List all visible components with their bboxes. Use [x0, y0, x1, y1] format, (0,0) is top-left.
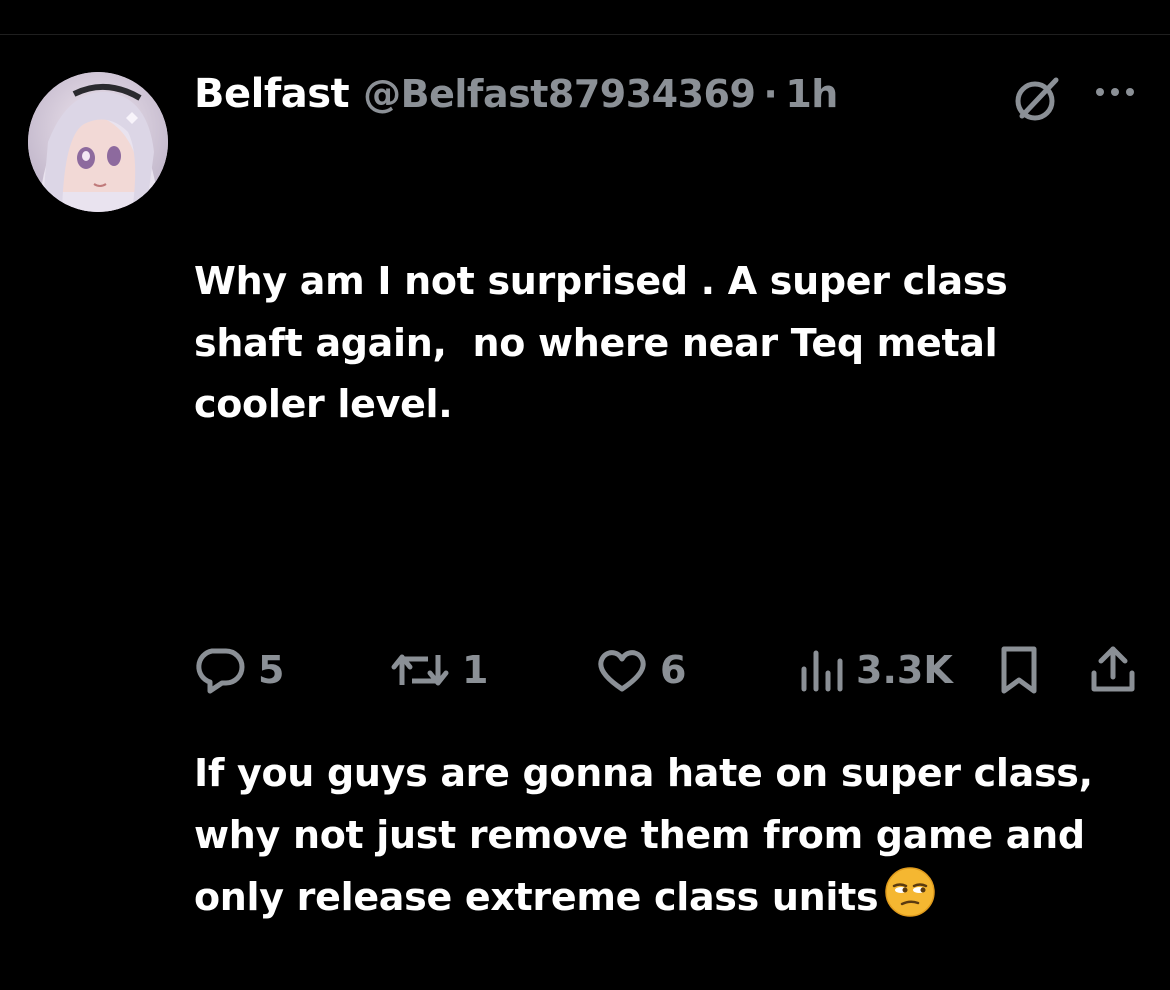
timestamp[interactable]: 1h	[785, 72, 838, 116]
user-handle[interactable]: @Belfast87934369	[363, 72, 756, 116]
reply-count: 5	[258, 648, 285, 692]
tweet-header: Belfast @Belfast87934369 · 1h	[194, 66, 838, 122]
separator-dot: ·	[763, 72, 778, 116]
tweet-paragraph-1: Why am I not surprised . A super class s…	[194, 259, 1021, 426]
top-divider	[0, 34, 1170, 35]
tweet-text: Why am I not surprised . A super class s…	[194, 128, 1094, 990]
reply-button[interactable]: 5	[192, 640, 284, 700]
tweet-paragraph-2: If you guys are gonna hate on super clas…	[194, 751, 1106, 919]
bookmark-button[interactable]	[994, 640, 1044, 700]
views-count: 3.3K	[856, 648, 953, 692]
reply-icon	[196, 648, 245, 694]
views-icon	[801, 650, 843, 692]
avatar[interactable]	[28, 72, 168, 212]
share-button[interactable]	[1086, 640, 1140, 700]
display-name[interactable]: Belfast	[194, 71, 350, 117]
repost-icon	[391, 654, 449, 686]
bookmark-icon	[1001, 646, 1037, 694]
share-icon	[1091, 646, 1135, 692]
repost-button[interactable]: 1	[388, 640, 488, 700]
like-button[interactable]: 6	[594, 640, 686, 700]
views-button[interactable]: 3.3K	[796, 640, 953, 700]
like-count: 6	[660, 648, 687, 692]
avatar-image	[28, 72, 168, 212]
tweet-actions: 5 1 6 3.3K	[0, 640, 1170, 700]
more-icon[interactable]	[1092, 74, 1138, 110]
repost-count: 1	[462, 648, 489, 692]
grok-icon[interactable]	[1010, 72, 1064, 126]
tweet-paragraph-2-wrap: If you guys are gonna hate on super clas…	[194, 743, 1094, 929]
heart-icon	[598, 650, 646, 692]
unamused-face-emoji	[884, 866, 936, 918]
